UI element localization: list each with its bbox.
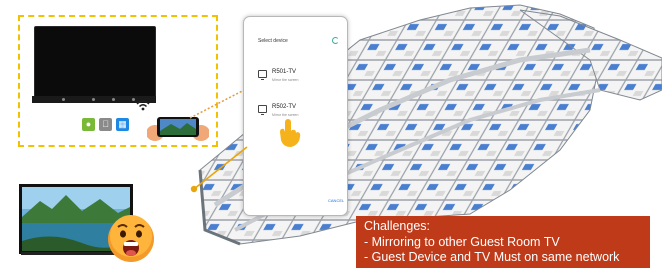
challenges-box: Challenges: - Mirroring to other Guest R… <box>356 216 650 268</box>
challenges-heading: Challenges: <box>364 219 431 233</box>
stage: ●  ▦ Select device R501-TV Mirror the s… <box>0 0 662 268</box>
shocked-face-icon <box>108 215 154 262</box>
challenge-item: - Mirroring to other Guest Room TV <box>364 234 560 249</box>
challenge-item: - Guest Device and TV Must on same netwo… <box>364 250 620 264</box>
